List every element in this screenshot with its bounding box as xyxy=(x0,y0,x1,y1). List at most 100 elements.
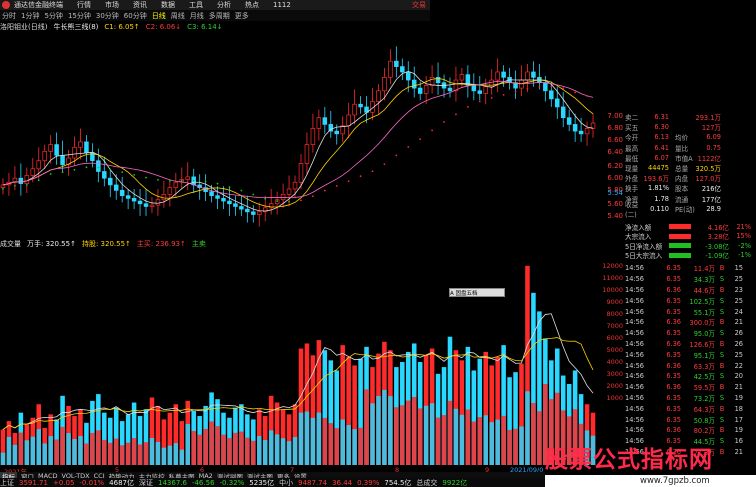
volume-tick: 11000 xyxy=(602,274,623,282)
candle-body xyxy=(36,160,41,170)
tick-count: 18 xyxy=(734,404,743,413)
index-name[interactable]: 总成交 xyxy=(416,478,437,487)
volume-bar-part xyxy=(251,440,256,465)
tick-volume: 55.1万 xyxy=(693,308,715,317)
volume-bar-part xyxy=(113,438,119,465)
volume-bar-part xyxy=(48,436,53,465)
quote-key: 买五 xyxy=(625,124,639,133)
volume-bar-part xyxy=(191,430,196,465)
menu-item-code[interactable]: 1112 xyxy=(273,1,291,9)
volume-bar-part xyxy=(90,432,95,465)
period-60min[interactable]: 60分钟 xyxy=(124,11,147,21)
price-tick: 6.20 xyxy=(607,162,623,170)
volume-bar-part xyxy=(209,421,214,465)
volume-bar-part xyxy=(203,428,208,465)
period-multi[interactable]: 多周期 xyxy=(209,11,230,21)
menu-item-market[interactable]: 市场 xyxy=(105,0,119,10)
trade-button[interactable]: 交易 xyxy=(412,0,426,10)
support-dot xyxy=(466,105,469,108)
volume-bar-part xyxy=(6,436,12,465)
period-daily[interactable]: 日线 xyxy=(152,11,166,21)
candle-body xyxy=(501,71,506,78)
candle-body xyxy=(60,154,65,166)
kline-chart[interactable] xyxy=(0,32,600,237)
index-change: -46.56 xyxy=(191,478,215,487)
tick-list[interactable]: 14:56 6.35 11.4万 B 15 14:56 6.35 34.3万 S 25 14:56 6… xyxy=(625,263,756,463)
volume-tick: 8000 xyxy=(606,310,623,318)
period-1min[interactable]: 1分钟 xyxy=(21,11,39,21)
quote-key2: 量比 xyxy=(675,144,689,153)
flow-row: 5日净流入额 -3.08亿 -2% xyxy=(625,241,756,251)
period-5min[interactable]: 5分钟 xyxy=(44,11,62,21)
support-dot xyxy=(97,166,100,169)
volume-bar-part xyxy=(161,447,167,465)
volume-bar-part xyxy=(370,403,375,465)
candle-body xyxy=(572,124,578,132)
level2-popup[interactable]: A 固盘五档 xyxy=(449,288,505,297)
watermark: 股票公式指标网 www.7gpzb.com xyxy=(545,440,756,486)
support-dot xyxy=(514,90,517,93)
candle-body xyxy=(173,181,179,188)
menu-item-tools[interactable]: 工具 xyxy=(189,0,203,10)
volume-bar-part xyxy=(304,411,310,465)
menu-item-hot[interactable]: 热点 xyxy=(245,0,259,10)
candle-body xyxy=(125,195,131,199)
tick-time: 14:56 xyxy=(625,264,645,273)
quote-row: 净资 1.78 流通 177亿 xyxy=(625,194,756,204)
tick-price: 6.35 xyxy=(666,404,681,413)
volume-bar-part xyxy=(352,429,357,465)
volume-tick: 4000 xyxy=(606,358,623,366)
candle-body xyxy=(18,177,24,184)
tick-count: 19 xyxy=(734,426,743,435)
candle-body xyxy=(555,98,560,108)
period-intraday[interactable]: 分时 xyxy=(2,11,16,21)
candle-body xyxy=(137,200,143,205)
candle-body xyxy=(167,187,173,195)
period-15min[interactable]: 15分钟 xyxy=(68,11,91,21)
candle-body xyxy=(334,130,339,135)
indicator-c1: C1: 6.05↑ xyxy=(104,23,140,31)
volume-bar-part xyxy=(364,389,369,465)
tick-time: 14:56 xyxy=(625,296,645,305)
volume-bar-part xyxy=(334,428,340,465)
volume-hold: 持股: 320.55↑ xyxy=(81,240,131,248)
volume-bar-part xyxy=(24,440,30,465)
volume-chart[interactable] xyxy=(0,250,600,465)
quote-row: 最高 6.41 量比 0.75 xyxy=(625,143,756,153)
tick-row: 14:56 6.35 11.4万 B 15 xyxy=(625,263,756,274)
tick-time: 14:56 xyxy=(625,404,645,413)
tick-time: 14:56 xyxy=(625,339,645,348)
volume-bar-part xyxy=(531,403,536,465)
menu-item-news[interactable]: 资讯 xyxy=(133,0,147,10)
candle-body xyxy=(531,71,536,78)
price-current-tick: 5.54 xyxy=(607,189,623,197)
volume-bar-part xyxy=(507,429,512,465)
index-value: 14367.6 xyxy=(158,478,187,487)
tick-side: S xyxy=(719,415,725,424)
support-dot xyxy=(264,197,267,200)
candle-body xyxy=(54,144,59,156)
menu-item-data[interactable]: 数据 xyxy=(161,0,175,10)
menu-item-quotes[interactable]: 行情 xyxy=(77,0,91,10)
index-name[interactable]: 深证 xyxy=(139,478,153,487)
period-monthly[interactable]: 月线 xyxy=(190,11,204,21)
volume-bar-part xyxy=(42,443,47,465)
index-name[interactable]: 中小 xyxy=(279,478,293,487)
volume-bar-part xyxy=(513,428,518,465)
moving-average-line xyxy=(2,71,594,212)
volume-bar-part xyxy=(394,407,399,465)
support-dot xyxy=(586,95,588,97)
volume-bar-part xyxy=(310,417,316,465)
index-name[interactable]: 上证 xyxy=(0,478,14,487)
period-more[interactable]: 更多 xyxy=(235,11,249,21)
quote-key: 最低 xyxy=(625,154,639,163)
volume-bar-part xyxy=(382,389,387,465)
support-dot xyxy=(359,175,362,178)
flow-label: 大宗流入 xyxy=(625,233,652,242)
candle-body xyxy=(233,203,238,207)
candle-body xyxy=(78,141,83,148)
watermark-url: www.7gpzb.com xyxy=(640,476,710,486)
period-30min[interactable]: 30分钟 xyxy=(96,11,119,21)
period-weekly[interactable]: 周线 xyxy=(171,11,185,21)
menu-item-analysis[interactable]: 分析 xyxy=(217,0,231,10)
